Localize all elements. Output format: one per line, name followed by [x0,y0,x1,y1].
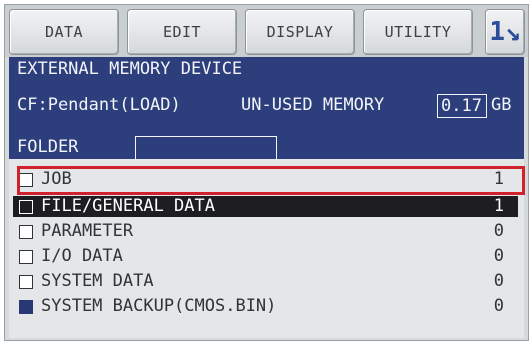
memory-header: EXTERNAL MEMORY DEVICE CF:Pendant(LOAD) … [9,57,524,159]
list-item-system-backup[interactable]: SYSTEM BACKUP(CMOS.BIN) 0 [13,296,518,317]
data-type-list: JOB 1 FILE/GENERAL DATA 1 PARAMETER 0 I/… [9,159,524,338]
list-item-label: PARAMETER [41,221,134,241]
list-item-label: SYSTEM BACKUP(CMOS.BIN) [41,296,277,316]
folder-label: FOLDER [17,137,79,157]
list-item-label: I/O DATA [41,246,123,266]
list-item-io-data[interactable]: I/O DATA 0 [13,246,518,267]
list-item-label: JOB [41,169,72,189]
list-item-job[interactable]: JOB 1 [13,169,518,190]
list-item-count: 0 [493,271,504,291]
list-item-count: 1 [493,196,504,216]
checkbox-icon[interactable] [19,200,33,214]
checkbox-icon[interactable] [19,250,33,264]
list-item-label: FILE/GENERAL DATA [41,196,215,216]
folder-field[interactable] [135,136,277,159]
memory-label: UN-USED MEMORY [241,95,385,115]
memory-unit: GB [491,95,512,115]
list-item-count: 0 [493,221,504,241]
pendant-screen: DATA EDIT DISPLAY UTILITY 1↘ EXTERNAL ME… [4,4,529,341]
list-item-parameter[interactable]: PARAMETER 0 [13,221,518,242]
page-title: EXTERNAL MEMORY DEVICE [17,59,243,79]
list-item-count: 1 [493,169,504,189]
device-label: CF:Pendant(LOAD) [17,95,181,115]
tab-utility[interactable]: UTILITY [363,9,473,55]
checkbox-icon[interactable] [19,173,33,187]
memory-value: 0.17 [437,94,487,118]
tab-edit[interactable]: EDIT [127,9,237,55]
list-item-file-general-data[interactable]: FILE/GENERAL DATA 1 [13,196,518,217]
list-item-count: 0 [493,246,504,266]
checkbox-icon[interactable] [19,225,33,239]
checkbox-icon[interactable] [19,275,33,289]
list-item-count: 0 [493,296,504,316]
menu-bar: DATA EDIT DISPLAY UTILITY 1↘ [5,5,528,57]
tab-display[interactable]: DISPLAY [245,9,355,55]
list-item-label: SYSTEM DATA [41,271,154,291]
checkbox-checked-icon[interactable] [19,300,33,314]
page-toggle-button[interactable]: 1↘ [485,9,525,55]
list-item-system-data[interactable]: SYSTEM DATA 0 [13,271,518,292]
tab-data[interactable]: DATA [9,9,119,55]
